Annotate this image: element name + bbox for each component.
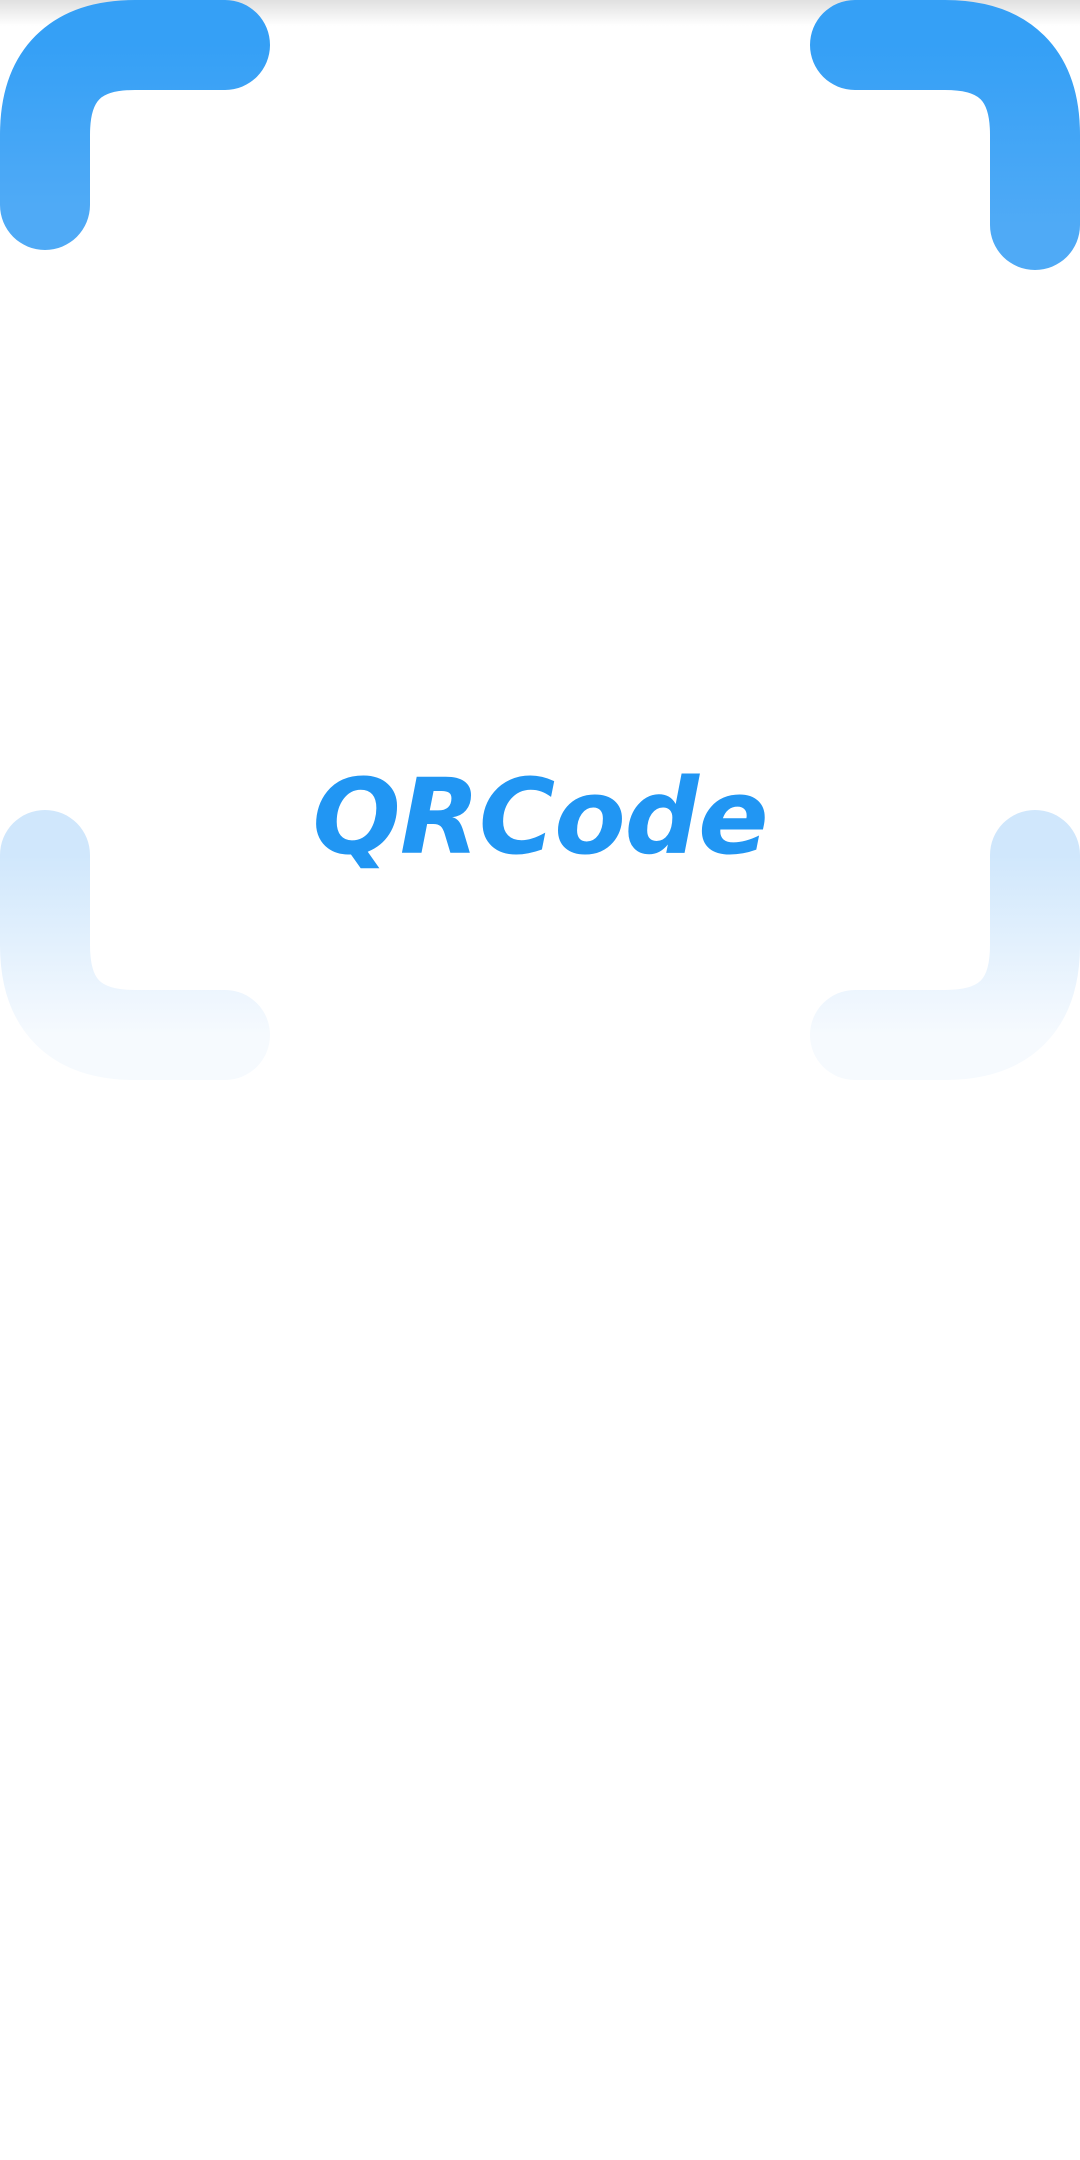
corner-bottom-left-icon [0, 810, 270, 1080]
corner-bottom-right-icon [810, 810, 1080, 1080]
qr-scanner-icon [0, 0, 1080, 1080]
splash-screen: QRCode [0, 0, 1080, 2160]
corner-top-left-icon [0, 0, 270, 250]
corner-top-right-icon [810, 0, 1080, 270]
app-title: QRCode [312, 756, 768, 878]
scanner-frame [0, 0, 1080, 1080]
